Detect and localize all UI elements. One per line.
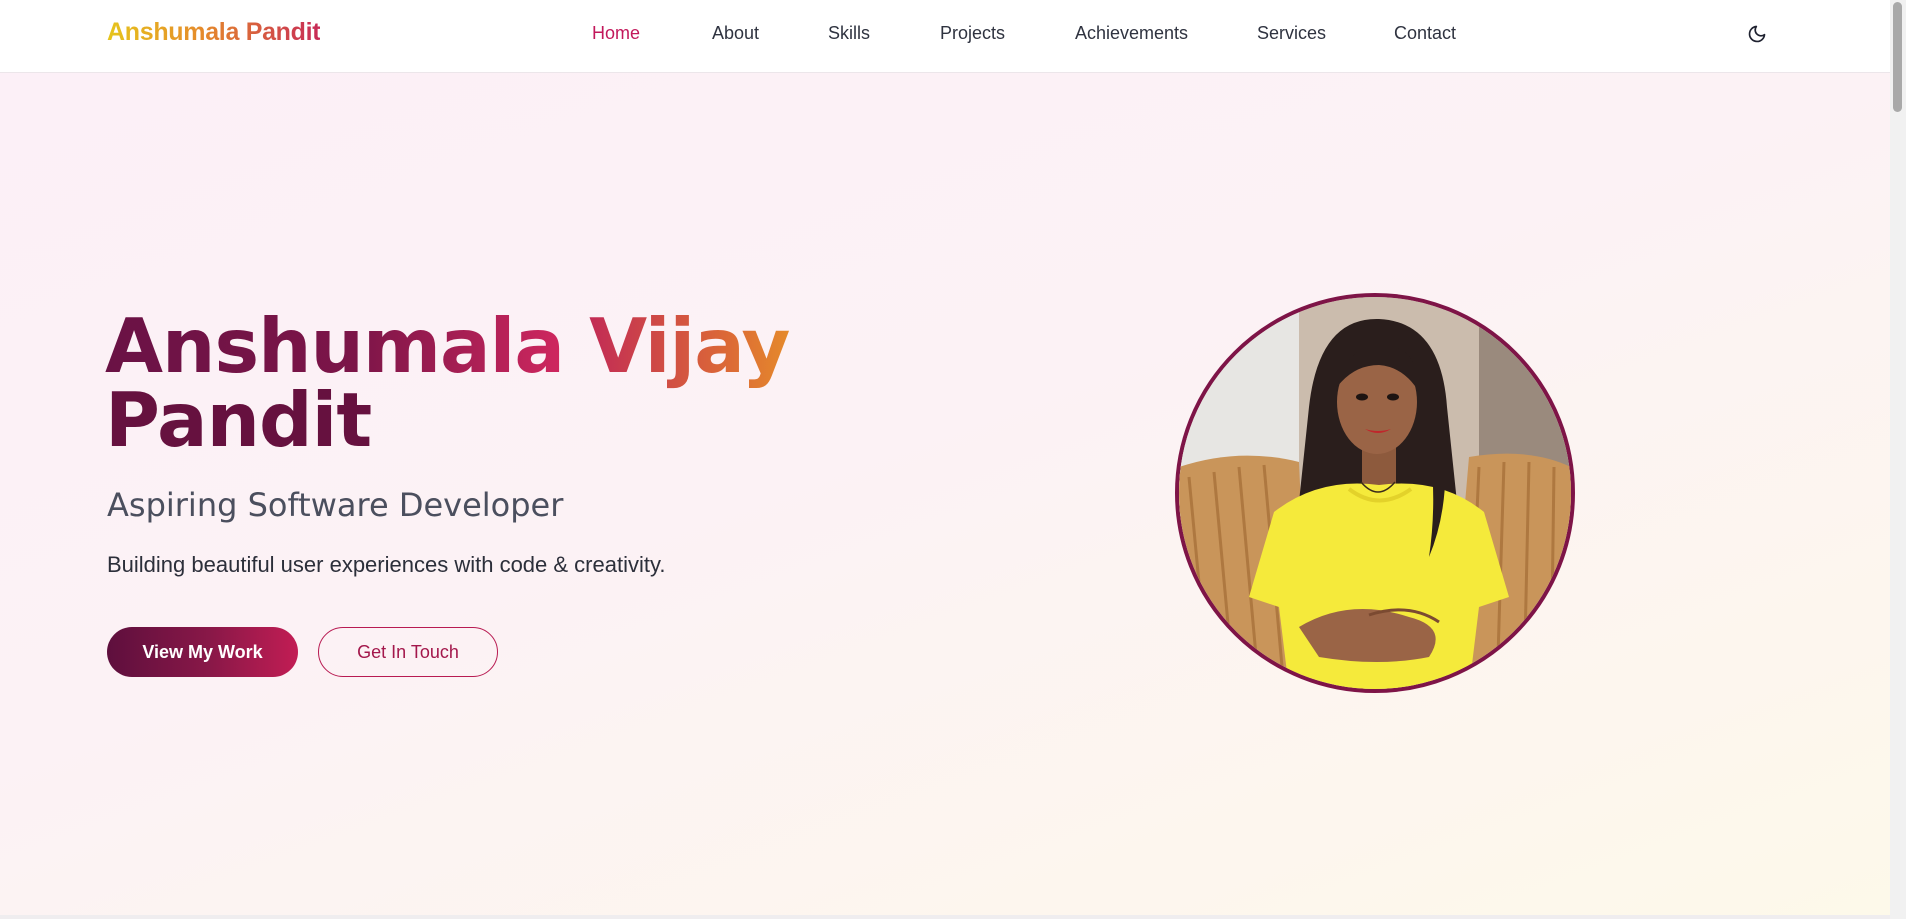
profile-photo-illustration (1179, 297, 1571, 689)
view-my-work-button[interactable]: View My Work (107, 627, 298, 677)
nav-about[interactable]: About (712, 23, 759, 44)
get-in-touch-button[interactable]: Get In Touch (318, 627, 498, 677)
hero-name-last: Pandit (105, 376, 372, 464)
vertical-scrollbar[interactable] (1890, 0, 1906, 919)
page-bottom-edge (0, 915, 1890, 919)
theme-toggle-button[interactable] (1744, 21, 1770, 47)
nav-achievements[interactable]: Achievements (1075, 23, 1188, 44)
hero-name: Anshumala Vijay Pandit (105, 309, 865, 458)
hero-role: Aspiring Software Developer (107, 486, 564, 524)
hero-tagline: Building beautiful user experiences with… (107, 552, 666, 577)
main-nav: Home About Skills Projects Achievements … (0, 0, 1890, 73)
nav-contact[interactable]: Contact (1394, 23, 1456, 44)
site-header: Anshumala Pandit Home About Skills Proje… (0, 0, 1890, 73)
moon-icon (1748, 25, 1766, 43)
hero-section: Anshumala Vijay Pandit Aspiring Software … (0, 73, 1890, 915)
nav-projects[interactable]: Projects (940, 23, 1005, 44)
nav-skills[interactable]: Skills (828, 23, 870, 44)
hero-name-middle: Vijay (589, 302, 790, 390)
nav-home[interactable]: Home (592, 23, 640, 44)
nav-services[interactable]: Services (1257, 23, 1326, 44)
profile-photo (1175, 293, 1575, 693)
scrollbar-thumb[interactable] (1893, 2, 1902, 112)
